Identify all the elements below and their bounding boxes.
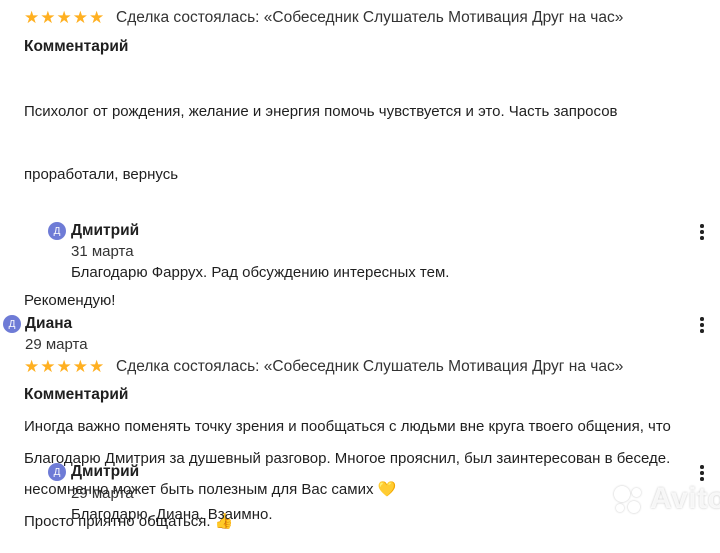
reply2-date: 29 марта [71, 485, 134, 502]
star-icon: ★ [72, 357, 88, 376]
star-icon: ★ [89, 8, 105, 27]
star-icon: ★ [24, 357, 40, 376]
star-icon: ★ [24, 8, 40, 27]
star-icon: ★ [56, 8, 72, 27]
avito-watermark-text: Avito [650, 482, 720, 515]
avito-logo-icon [612, 484, 646, 514]
reply1-author[interactable]: Дмитрий [71, 222, 139, 240]
star-icon: ★ [40, 357, 56, 376]
reply2-author[interactable]: Дмитрий [71, 463, 139, 481]
review2-rating-stars: ★ ★ ★ ★ ★ [24, 358, 104, 375]
review1-comment-label: Комментарий [24, 38, 129, 55]
avito-watermark: Avito [612, 482, 720, 516]
review1-deal-text: Сделка состоялась: «Собеседник Слушатель… [116, 9, 624, 26]
review2-deal-text: Сделка состоялась: «Собеседник Слушатель… [116, 358, 624, 375]
star-icon: ★ [72, 8, 88, 27]
reply1-text: Благодарю Фаррух. Рад обсуждению интерес… [71, 264, 450, 281]
review2-comment-label: Комментарий [24, 386, 129, 403]
review2-author[interactable]: Диана [25, 315, 72, 333]
star-icon: ★ [56, 357, 72, 376]
star-icon: ★ [40, 8, 56, 27]
reply1-date: 31 марта [71, 243, 134, 260]
reply1-more-vertical-icon[interactable] [692, 222, 712, 242]
review2-avatar[interactable]: Д [3, 315, 21, 333]
reply2-avatar[interactable]: Д [48, 463, 66, 481]
star-icon: ★ [89, 357, 105, 376]
review2-more-vertical-icon[interactable] [692, 315, 712, 335]
comment-line: Психолог от рождения, желание и энергия … [24, 103, 618, 120]
comment-line: Рекомендую! [24, 292, 116, 309]
reply1-avatar[interactable]: Д [48, 222, 66, 240]
reply2-text: Благодарю, Диана. Взаимно. [71, 506, 273, 523]
review2-date: 29 марта [25, 336, 88, 353]
review1-rating-stars: ★ ★ ★ ★ ★ [24, 9, 104, 26]
reply2-more-vertical-icon[interactable] [692, 463, 712, 483]
comment-line: проработали, вернусь [24, 166, 179, 183]
